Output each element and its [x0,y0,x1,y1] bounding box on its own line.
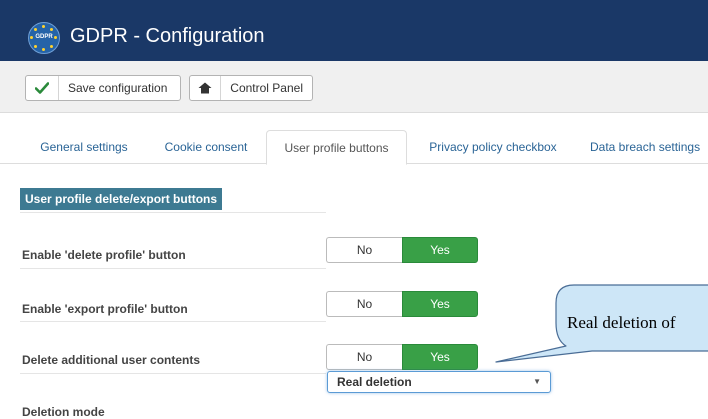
callout-bubble [495,284,708,363]
callout-text: Real deletion of [567,313,676,332]
